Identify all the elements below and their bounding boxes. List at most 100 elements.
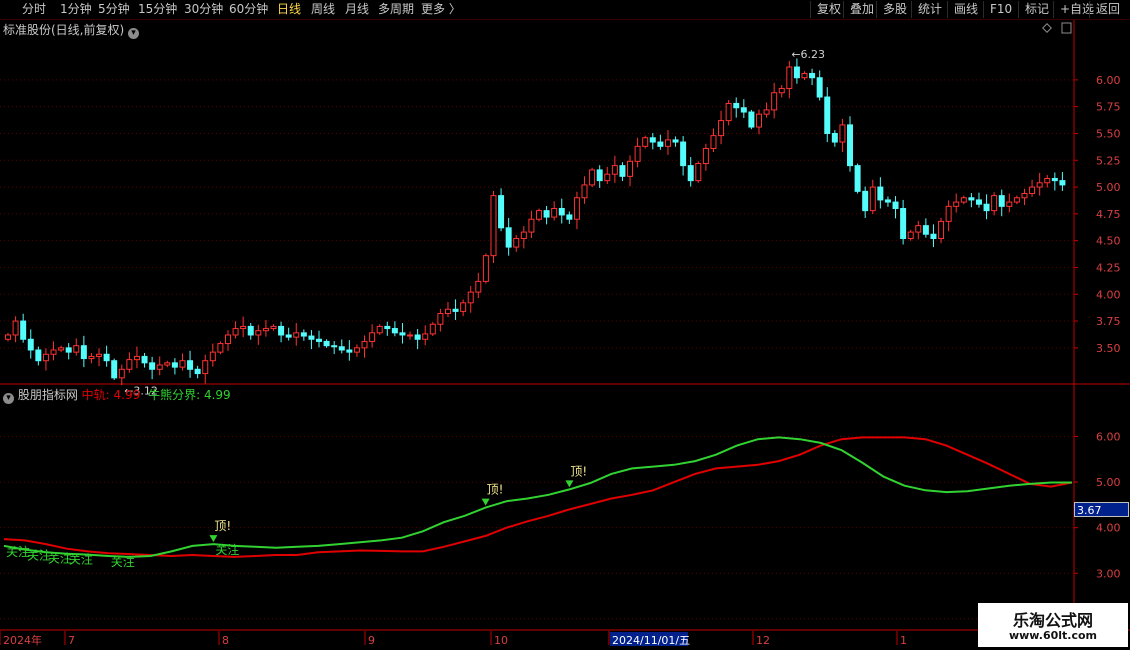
candle-body <box>1051 177 1058 182</box>
candle-body <box>786 66 793 89</box>
maximize-icon[interactable] <box>1061 22 1072 34</box>
candle-body <box>907 231 914 240</box>
toolbar-action-5[interactable]: F10 <box>983 1 1012 18</box>
period-tab-0[interactable]: 分时 <box>22 1 46 18</box>
candle-body <box>224 334 231 345</box>
candle-body <box>900 208 907 240</box>
period-tab-1[interactable]: 1分钟 <box>60 1 92 18</box>
candle-body <box>960 197 967 203</box>
toolbar-action-4[interactable]: 画线 <box>947 1 978 18</box>
main-y-tick-label: 5.25 <box>1096 154 1121 167</box>
candle-body <box>429 323 436 335</box>
candle-body <box>642 137 649 147</box>
candle-body <box>156 364 163 370</box>
candle-body <box>695 162 702 182</box>
candle-body <box>809 72 816 79</box>
candle-body <box>566 214 573 220</box>
candle-body <box>262 328 269 332</box>
focus-signal-label: 关注 <box>111 554 135 569</box>
candle-body <box>824 96 831 134</box>
candle-body <box>862 190 869 212</box>
candle-body <box>285 334 292 338</box>
toolbar-action-8[interactable]: 返回 <box>1089 1 1120 18</box>
candle-body <box>847 124 854 167</box>
candle-body <box>718 120 725 137</box>
candle-body <box>680 141 687 167</box>
candle-body <box>338 346 345 351</box>
candle-body <box>869 186 876 212</box>
indicator-y-tick-label: 3.00 <box>1096 567 1121 580</box>
candle-body <box>444 308 451 315</box>
period-tab-6[interactable]: 日线 <box>277 1 301 18</box>
candle-body <box>12 320 19 336</box>
candle-body <box>733 102 740 109</box>
period-tab-3[interactable]: 15分钟 <box>138 1 177 18</box>
indicator-y-tick-label: 5.00 <box>1096 476 1121 489</box>
candle-body <box>498 195 505 229</box>
candle-body <box>391 328 398 334</box>
candle-body <box>938 220 945 240</box>
period-tab-7[interactable]: 周线 <box>311 1 335 18</box>
main-y-tick-label: 4.25 <box>1096 261 1121 274</box>
period-tab-9[interactable]: 多周期 <box>378 1 414 18</box>
candle-body <box>551 208 558 218</box>
period-tab-4[interactable]: 30分钟 <box>184 1 223 18</box>
candle-body <box>452 308 459 312</box>
indicator-title-bar: ▾ 股朋指标网 中轨: 4.99 牛熊分界: 4.99 <box>3 386 231 404</box>
candle-body <box>346 349 353 353</box>
candle-body <box>998 195 1005 207</box>
focus-signal-label: 关注 <box>69 552 93 567</box>
candle-body <box>171 362 178 368</box>
candle-body <box>983 203 990 212</box>
period-tab-8[interactable]: 月线 <box>345 1 369 18</box>
candle-body <box>589 169 596 186</box>
candle-body <box>793 66 800 79</box>
bull-bear-line <box>3 436 1072 558</box>
period-tab-2[interactable]: 5分钟 <box>98 1 130 18</box>
candle-body <box>209 351 216 362</box>
candle-body <box>968 197 975 201</box>
candle-body <box>816 77 823 98</box>
candle-body <box>953 201 960 207</box>
candle-body <box>573 197 580 220</box>
candle-body <box>164 362 171 366</box>
candle-body <box>460 302 467 312</box>
candle-body <box>65 347 72 353</box>
toolbar-action-1[interactable]: 叠加 <box>843 1 874 18</box>
toolbar-action-0[interactable]: 复权 <box>810 1 841 18</box>
candle-body <box>331 345 338 348</box>
candle-body <box>467 291 474 304</box>
period-tab-5[interactable]: 60分钟 <box>229 1 268 18</box>
top-signal-label: 顶! <box>487 483 504 497</box>
diamond-icon[interactable] <box>1042 23 1052 33</box>
candle-body <box>604 173 611 182</box>
toolbar-action-6[interactable]: 标记 <box>1018 1 1049 18</box>
indicator-name: 股朋指标网 <box>17 388 78 402</box>
mid-rail-label: 中轨: <box>81 388 110 402</box>
candle-body <box>437 313 444 325</box>
main-title-label: 标准股份(日线,前复权) <box>3 23 125 37</box>
main-y-tick-label: 5.50 <box>1096 127 1121 140</box>
candle-body <box>664 139 671 147</box>
chevron-down-icon[interactable]: ▾ <box>3 393 14 404</box>
main-y-tick-label: 6.00 <box>1096 74 1121 87</box>
toolbar-action-3[interactable]: 统计 <box>911 1 942 18</box>
candle-body <box>839 124 846 143</box>
candle-body <box>399 332 406 336</box>
candle-body <box>278 325 285 336</box>
candle-body <box>293 332 300 338</box>
candle-body <box>50 349 57 355</box>
candle-body <box>1021 192 1028 199</box>
stock-chart[interactable]: 6.00 5.75 5.50 5.25 5.00 4.75 4.50 4.25 4.00 3.75… <box>0 0 1130 650</box>
x-axis-label: 7 <box>68 634 75 647</box>
toolbar-action-2[interactable]: 多股 <box>876 1 907 18</box>
period-tab-10[interactable]: 更多 〉 <box>421 1 461 18</box>
candle-body <box>877 186 884 201</box>
candle-body <box>490 195 497 257</box>
mid-rail-value: 4.99 <box>113 388 141 402</box>
chevron-down-icon[interactable]: ▾ <box>128 28 140 39</box>
candle-body <box>88 355 95 360</box>
toolbar-action-7[interactable]: +自选 <box>1053 1 1094 18</box>
bull-bear-label: 牛熊分界: <box>148 388 201 402</box>
candle-body <box>1036 182 1043 188</box>
